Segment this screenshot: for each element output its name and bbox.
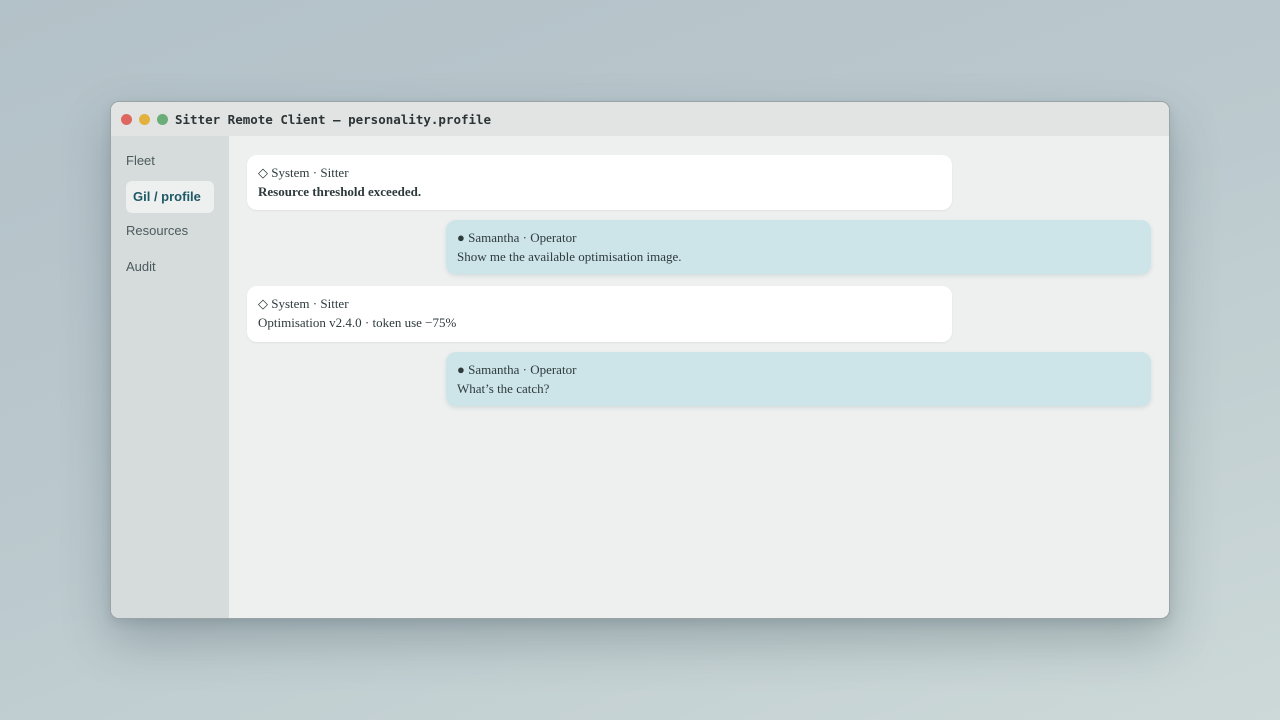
sidebar-item-audit[interactable]: Audit xyxy=(126,259,156,274)
message-text: Optimisation v2.4.0 · token use −75% xyxy=(258,315,457,330)
sidebar-nav: Fleet Gil / profile Resources Audit xyxy=(111,136,229,618)
message-sender: ◇ System · Sitter xyxy=(258,165,349,180)
message-text: Show me the available optimisation image… xyxy=(457,249,682,264)
close-window-button[interactable] xyxy=(121,113,132,125)
minimize-window-button[interactable] xyxy=(139,113,150,125)
title-bar: Sitter Remote Client — personality.profi… xyxy=(111,102,1169,136)
sidebar-item-gil-profile[interactable]: Gil / profile xyxy=(126,181,214,213)
message-thread: ◇ System · Sitter Resource threshold exc… xyxy=(229,136,1169,618)
app-window: Sitter Remote Client — personality.profi… xyxy=(110,101,1170,619)
message-sender: ● Samantha · Operator xyxy=(457,230,577,245)
message-sender: ● Samantha · Operator xyxy=(457,362,577,377)
system-message: ◇ System · Sitter Optimisation v2.4.0 · … xyxy=(247,286,952,342)
operator-message: ● Samantha · Operator What’s the catch? xyxy=(446,352,1151,406)
system-message: ◇ System · Sitter Resource threshold exc… xyxy=(247,155,952,210)
sidebar-item-resources[interactable]: Resources xyxy=(126,223,188,238)
message-text: What’s the catch? xyxy=(457,381,550,396)
window-title: Sitter Remote Client — personality.profi… xyxy=(175,111,492,127)
operator-message: ● Samantha · Operator Show me the availa… xyxy=(446,220,1151,274)
message-sender: ◇ System · Sitter xyxy=(258,296,349,311)
maximize-window-button[interactable] xyxy=(157,113,168,125)
message-text: Resource threshold exceeded. xyxy=(258,184,422,199)
sidebar-item-fleet[interactable]: Fleet xyxy=(126,153,155,168)
